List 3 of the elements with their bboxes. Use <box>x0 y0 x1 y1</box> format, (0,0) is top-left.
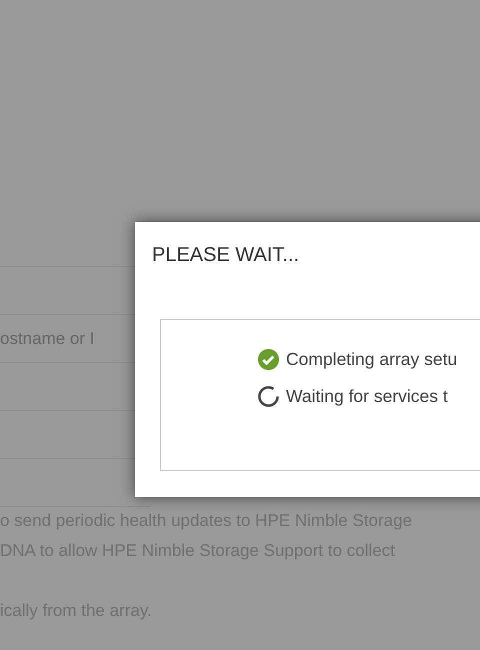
dialog-title: PLEASE WAIT... <box>152 244 300 267</box>
step-label: Completing array setu <box>286 349 458 370</box>
step-label: Waiting for services t <box>286 386 448 407</box>
